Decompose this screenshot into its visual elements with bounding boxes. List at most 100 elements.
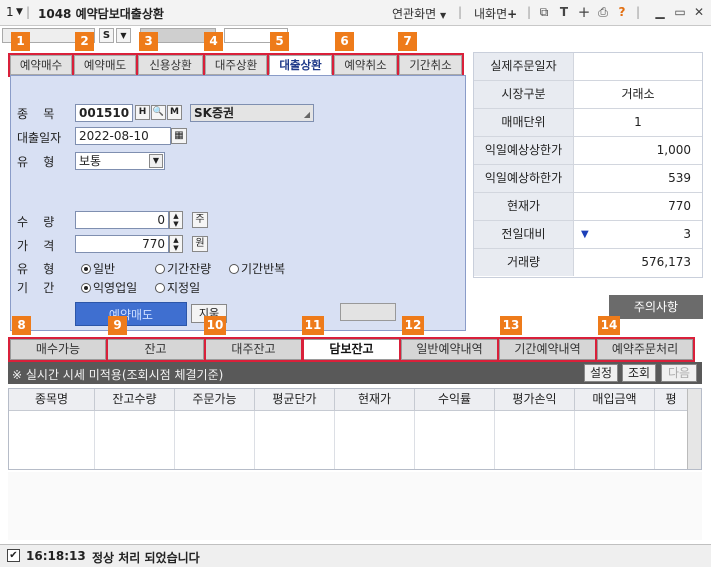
info-row-current-price: 현재가 770 <box>474 193 702 221</box>
stock-code-input[interactable]: 001510 <box>75 104 133 122</box>
minimize-icon[interactable]: ▁ <box>652 4 668 20</box>
next-button[interactable]: 다음 <box>661 364 697 382</box>
kind-label: 유 형 <box>17 262 55 276</box>
status-time: 16:18:13 <box>26 549 86 563</box>
step-badge: 7 <box>398 32 417 51</box>
grid-header[interactable]: 종목명 <box>9 389 95 411</box>
link-window-icon[interactable]: ⧉ <box>536 4 552 20</box>
grid-column <box>495 411 575 469</box>
grid-column <box>415 411 495 469</box>
step-badge: 11 <box>302 316 324 335</box>
kind-radio-period-remain[interactable]: 기간잔량 <box>155 260 211 277</box>
quantity-stepper[interactable]: ▲ ▼ <box>169 211 183 229</box>
menu-separator: | <box>458 5 463 19</box>
grid-header[interactable]: 매입금액 <box>575 389 655 411</box>
stock-info-table: 실제주문일자 시장구분 거래소 매매단위 1 익일예상상한가 1,000 익일예상하한… <box>473 52 703 278</box>
stock-search-icon[interactable]: 🔍 <box>151 105 166 120</box>
period-radio-specified[interactable]: 지정일 <box>155 279 200 296</box>
tab-loan-repay[interactable]: 대출상환 <box>269 55 332 75</box>
info-row-upper-limit: 익일예상상한가 1,000 <box>474 137 702 165</box>
grid-column <box>575 411 655 469</box>
order-form-panel: 종 목 001510 H 🔍 M SK증권 ◢ 대출일자 2022-08-10 ▦… <box>10 75 466 331</box>
stock-label: 종 목 <box>17 107 55 121</box>
empty-area <box>8 472 702 540</box>
balance-grid: 종목명 잔고수량 주문가능 평균단가 현재가 수익률 평가손익 매입금액 평 <box>8 388 702 470</box>
info-row-volume: 거래량 576,173 <box>474 249 702 277</box>
grid-header[interactable]: 주문가능 <box>175 389 255 411</box>
window-number: 1 <box>6 5 14 19</box>
grid-column <box>95 411 175 469</box>
price-label: 가 격 <box>17 239 55 253</box>
step-badge: 1 <box>11 32 30 51</box>
kind-radio-period-repeat[interactable]: 기간반복 <box>229 260 285 277</box>
period-label: 기 간 <box>17 281 55 295</box>
help-icon[interactable]: ? <box>614 4 630 20</box>
step-badge: 4 <box>204 32 223 51</box>
tab-buyable[interactable]: 매수가능 <box>10 339 106 360</box>
s-button[interactable]: S <box>99 28 114 43</box>
grid-column <box>9 411 95 469</box>
stock-history-button[interactable]: H <box>135 105 150 120</box>
info-row-change: 전일대비 ▼ 3 <box>474 221 702 249</box>
period-radio-next-day[interactable]: 익영업일 <box>81 279 137 296</box>
type-label: 유 형 <box>17 155 55 169</box>
menu-separator: | <box>636 5 641 19</box>
window-title: 1048 예약담보대출상환 <box>38 7 164 21</box>
step-badge: 5 <box>270 32 289 51</box>
quantity-input[interactable]: 0 <box>75 211 169 229</box>
step-badge: 6 <box>335 32 354 51</box>
type-select[interactable]: 보통 ▼ <box>75 152 165 170</box>
loan-date-label: 대출일자 <box>17 131 62 145</box>
price-input[interactable]: 770 <box>75 235 169 253</box>
tab-period-cancel[interactable]: 기간취소 <box>399 55 462 75</box>
grid-header[interactable]: 평균단가 <box>255 389 335 411</box>
tab-normal-reserve-history[interactable]: 일반예약내역 <box>401 339 498 360</box>
tab-short-balance[interactable]: 대주잔고 <box>205 339 302 360</box>
step-badge: 13 <box>500 316 522 335</box>
step-badge: 8 <box>12 316 31 335</box>
tab-credit-repay[interactable]: 신용상환 <box>138 55 203 75</box>
window-number-dropdown-icon[interactable]: ▼ <box>16 7 23 17</box>
step-badge: 9 <box>108 316 127 335</box>
tab-balance[interactable]: 잔고 <box>107 339 204 360</box>
checkbox-icon[interactable]: ✔ <box>7 549 20 562</box>
tab-reserve-buy[interactable]: 예약매수 <box>10 55 72 75</box>
maximize-icon[interactable]: ▭ <box>672 4 688 20</box>
s-dropdown-icon[interactable]: ▼ <box>116 28 131 43</box>
close-icon[interactable]: ✕ <box>691 4 707 20</box>
tab-collateral-balance[interactable]: 담보잔고 <box>303 339 400 360</box>
info-row-order-date: 실제주문일자 <box>474 53 702 81</box>
info-row-trade-unit: 매매단위 1 <box>474 109 702 137</box>
vertical-scrollbar[interactable] <box>687 389 701 469</box>
tab-period-reserve-history[interactable]: 기간예약내역 <box>499 339 596 360</box>
grid-header[interactable]: 현재가 <box>335 389 415 411</box>
blank-field <box>340 303 396 321</box>
menu-separator: | <box>527 5 532 19</box>
tab-reserve-sell[interactable]: 예약매도 <box>74 55 136 75</box>
title-bar: 1 ▼ | 1048 예약담보대출상환 연관화면 ▼ | 내화면+ | ⧉ T … <box>0 0 711 26</box>
stock-master-button[interactable]: M <box>167 105 182 120</box>
quantity-unit-button[interactable]: 주 <box>192 212 208 228</box>
grid-header[interactable]: 수익률 <box>415 389 495 411</box>
text-size-icon[interactable]: T <box>556 4 572 20</box>
tab-reserve-cancel[interactable]: 예약취소 <box>334 55 397 75</box>
grid-header[interactable]: 평 <box>655 389 687 411</box>
grid-header[interactable]: 잔고수량 <box>95 389 175 411</box>
grid-header[interactable]: 평가손익 <box>495 389 575 411</box>
settings-button[interactable]: 설정 <box>584 364 618 382</box>
step-badge: 10 <box>204 316 226 335</box>
price-unit-button[interactable]: 원 <box>192 236 208 252</box>
kind-radio-normal[interactable]: 일반 <box>81 260 115 277</box>
my-screen-menu[interactable]: 내화면+ <box>474 5 517 22</box>
related-screen-menu[interactable]: 연관화면 ▼ <box>392 5 446 22</box>
loan-date-input[interactable]: 2022-08-10 <box>75 127 171 145</box>
tab-short-repay[interactable]: 대주상환 <box>205 55 267 75</box>
price-stepper[interactable]: ▲ ▼ <box>169 235 183 253</box>
reserve-sell-submit-button[interactable]: 예약매도 <box>75 302 187 326</box>
query-button[interactable]: 조회 <box>622 364 656 382</box>
print-icon[interactable]: ⎙ <box>595 4 611 20</box>
add-icon[interactable]: + <box>576 4 592 20</box>
caution-button[interactable]: 주의사항 <box>609 295 703 319</box>
calendar-icon[interactable]: ▦ <box>171 128 187 144</box>
tab-reserve-order-process[interactable]: 예약주문처리 <box>597 339 693 360</box>
